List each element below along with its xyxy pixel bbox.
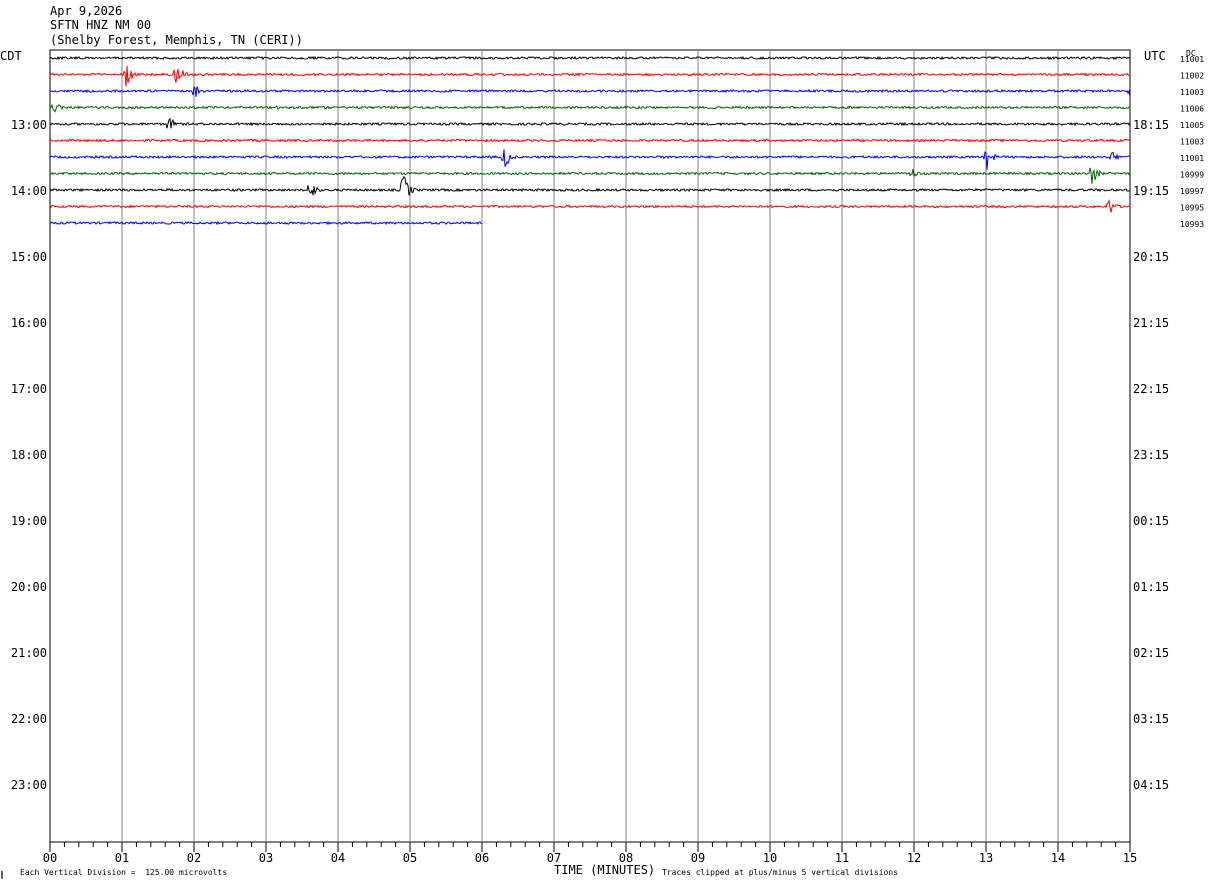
left-hour-label: 17:00 — [11, 382, 47, 396]
seismic-trace — [49, 167, 1131, 184]
x-tick-label: 12 — [907, 851, 921, 865]
seismic-trace — [49, 198, 1131, 213]
left-hour-label: 22:00 — [11, 712, 47, 726]
right-hour-label: 19:15 — [1133, 184, 1169, 198]
x-tick-label: 14 — [1051, 851, 1065, 865]
plot-frame — [49, 49, 1131, 843]
seismic-trace — [49, 86, 1131, 98]
right-hour-label: 04:15 — [1133, 778, 1169, 792]
left-hour-label: 18:00 — [11, 448, 47, 462]
trace-dc-label: 11003 — [1180, 138, 1204, 147]
footer-clip-note: Traces clipped at plus/minus 5 vertical … — [662, 868, 899, 877]
trace-dc-label: 11005 — [1180, 121, 1204, 130]
x-tick-label: 04 — [331, 851, 345, 865]
seismic-trace — [49, 175, 1131, 196]
right-hour-label: 23:15 — [1133, 448, 1169, 462]
left-hour-label: 20:00 — [11, 580, 47, 594]
x-tick-label: 05 — [403, 851, 417, 865]
trace-dc-label: 11003 — [1180, 88, 1204, 97]
left-hour-label: 19:00 — [11, 514, 47, 528]
trace-dc-label: 10993 — [1180, 220, 1204, 229]
left-hour-label: 16:00 — [11, 316, 47, 330]
trace-dc-label: 11001 — [1180, 55, 1204, 64]
seismic-trace — [49, 149, 1131, 170]
x-axis-title: TIME (MINUTES) — [554, 863, 656, 877]
helicorder-chart: 00 01 02 03 04 05 06 07 08 09 10 11 12 13 14 1513:0014:… — [11, 49, 1204, 865]
left-hour-label: 23:00 — [11, 778, 47, 792]
left-hour-label: 15:00 — [11, 250, 47, 264]
right-hour-label: 00:15 — [1133, 514, 1169, 528]
x-tick-label: 10 — [763, 851, 777, 865]
x-tick-label: 01 — [115, 851, 129, 865]
right-hour-label: 18:15 — [1133, 118, 1169, 132]
right-hour-label: 21:15 — [1133, 316, 1169, 330]
trace-dc-label: 11002 — [1180, 72, 1204, 81]
x-tick-label: 11 — [835, 851, 849, 865]
seismic-trace — [49, 117, 1131, 129]
x-tick-label: 02 — [187, 851, 201, 865]
right-hour-label: 02:15 — [1133, 646, 1169, 660]
left-hour-label: 21:00 — [11, 646, 47, 660]
trace-dc-label: 10999 — [1180, 171, 1204, 180]
trace-dc-label: 11001 — [1180, 154, 1204, 163]
right-hour-label: 01:15 — [1133, 580, 1169, 594]
trace-dc-label: 10997 — [1180, 187, 1204, 196]
footer-scale-note: Each Vertical Division = 125.00 microvol… — [20, 868, 228, 877]
seismic-trace — [49, 65, 1131, 87]
x-tick-label: 06 — [475, 851, 489, 865]
footer-mark: ∥ — [0, 870, 4, 879]
right-hour-label: 03:15 — [1133, 712, 1169, 726]
right-hour-label: 22:15 — [1133, 382, 1169, 396]
trace-dc-label: 11006 — [1180, 105, 1204, 114]
x-tick-label: 00 — [43, 851, 57, 865]
x-tick-label: 03 — [259, 851, 273, 865]
x-tick-label: 13 — [979, 851, 993, 865]
trace-dc-label: 10995 — [1180, 204, 1204, 213]
seismic-trace — [49, 103, 1131, 113]
x-tick-label: 09 — [691, 851, 705, 865]
x-tick-label: 15 — [1123, 851, 1137, 865]
seismic-trace — [49, 55, 1131, 61]
right-hour-label: 20:15 — [1133, 250, 1169, 264]
seismic-trace — [49, 138, 1131, 143]
left-hour-label: 14:00 — [11, 184, 47, 198]
left-hour-label: 13:00 — [11, 118, 47, 132]
